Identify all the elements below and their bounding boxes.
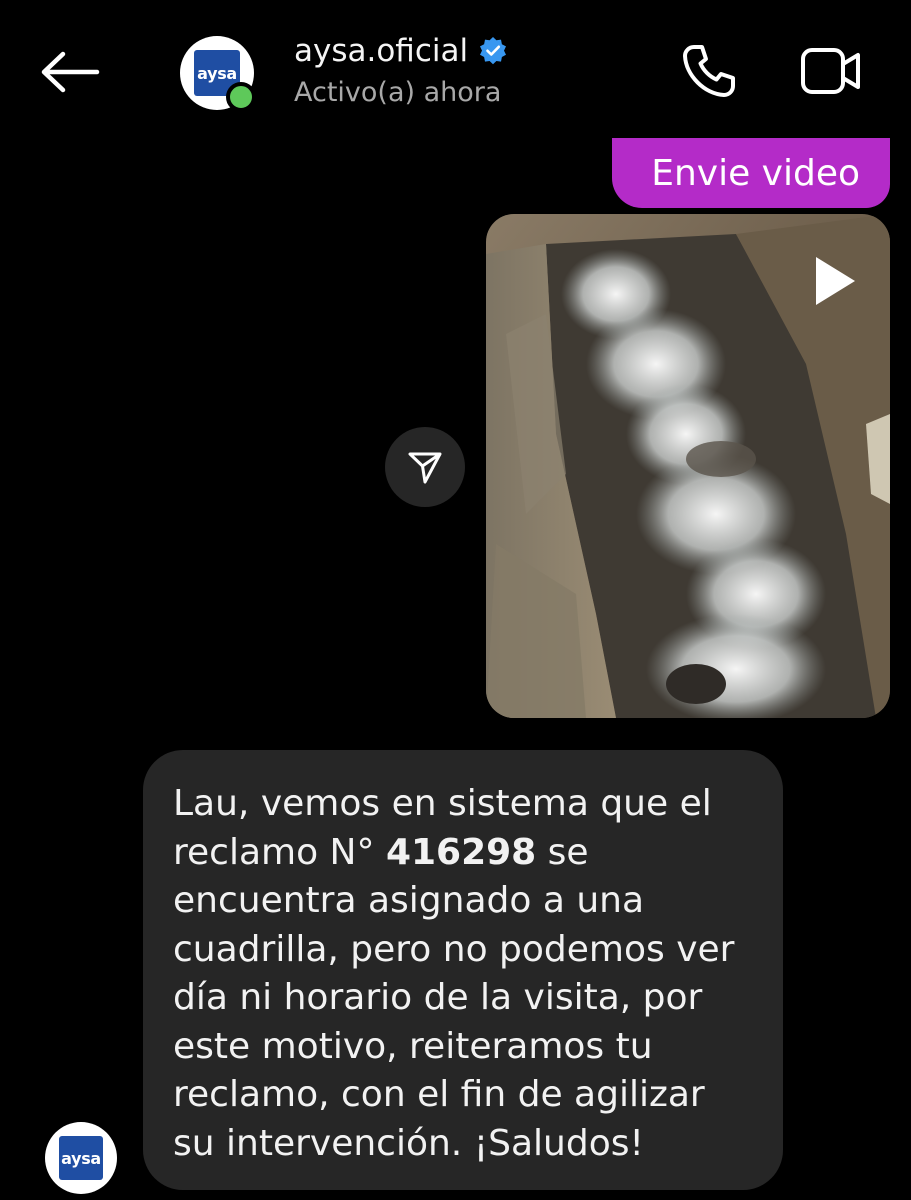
message-line: encuentra asignado a una: [173, 880, 645, 921]
call-button[interactable]: [676, 38, 742, 104]
video-camera-icon: [801, 48, 860, 94]
online-status-dot: [226, 82, 256, 112]
active-status: Activo(a) ahora: [294, 77, 502, 108]
sent-message-bubble[interactable]: Envie video: [612, 138, 890, 208]
share-icon: [408, 452, 442, 484]
message-text: reclamo N°: [173, 831, 386, 873]
sent-message-text: Envie video: [651, 152, 860, 194]
profile-avatar[interactable]: aysa: [180, 36, 256, 112]
message-line: Lau, vemos en sistema que el: [173, 780, 755, 829]
chat-header: aysa aysa.oficial Activo(a) ahora: [0, 0, 911, 135]
sender-avatar[interactable]: aysa: [45, 1122, 117, 1194]
logo-text: aysa: [197, 63, 237, 83]
message-line: reclamo N° 416298 se: [173, 829, 755, 878]
profile-name[interactable]: aysa.oficial: [294, 31, 508, 71]
message-text: se: [536, 831, 589, 873]
message-line: este motivo, reiteramos tu: [173, 1025, 653, 1067]
logo-text: aysa: [61, 1148, 101, 1168]
verified-badge-icon: [480, 37, 507, 65]
video-call-button[interactable]: [796, 38, 866, 104]
aysa-logo: aysa: [59, 1136, 103, 1180]
received-message-bubble[interactable]: Lau, vemos en sistema que el reclamo N° …: [143, 750, 783, 1190]
back-button[interactable]: [36, 44, 104, 100]
message-line: su intervención. ¡Saludos!: [173, 1122, 644, 1164]
play-icon: [816, 257, 855, 305]
message-text: Lau, vemos en sistema que el: [173, 783, 712, 824]
share-button[interactable]: [385, 427, 465, 507]
message-line: cuadrilla, pero no podemos ver: [173, 928, 735, 970]
message-line: día ni horario de la visita, por: [173, 977, 703, 1018]
message-line: reclamo, con el fin de agilizar: [173, 1074, 705, 1115]
claim-number: 416298: [385, 831, 537, 873]
username-text: aysa.oficial: [294, 33, 469, 69]
video-message[interactable]: [486, 214, 890, 718]
phone-icon: [683, 45, 735, 97]
back-arrow-icon: [41, 51, 100, 93]
